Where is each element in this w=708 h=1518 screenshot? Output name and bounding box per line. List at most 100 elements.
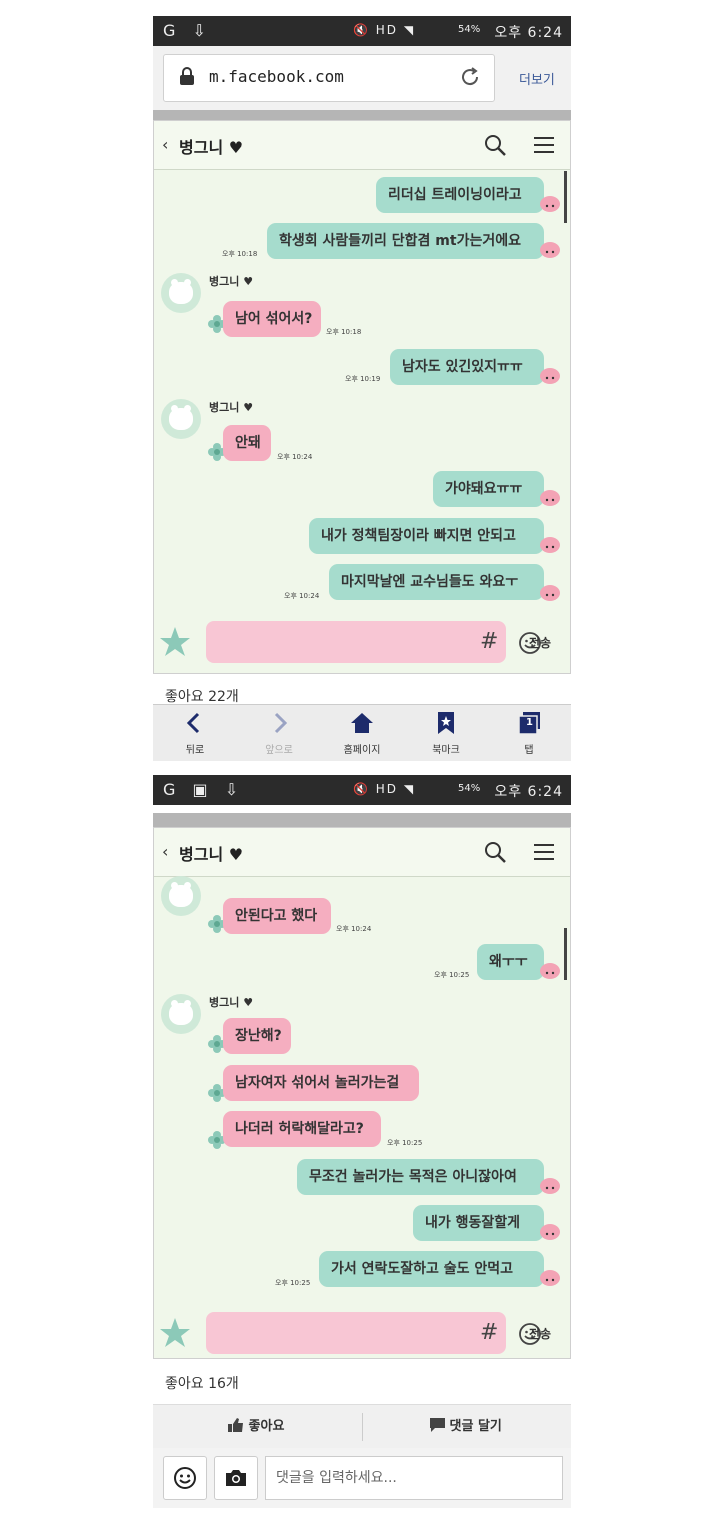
back-chevron-icon: ‹ [162, 842, 169, 861]
message-bubble-sent: 왜ㅜㅜ [477, 944, 544, 980]
scrollbar[interactable] [564, 928, 567, 980]
smiley-icon [174, 1467, 196, 1489]
sender-name: 병그니 ♥ [209, 996, 254, 1009]
message-bubble-sent: 가서 연락도잘하고 술도 안먹고 [319, 1251, 544, 1287]
send-button[interactable]: 전송 [529, 1325, 551, 1342]
photo-button[interactable] [214, 1456, 258, 1500]
chat-header: ‹ 병그니 ♥ [154, 121, 570, 170]
comment-icon [430, 1418, 445, 1432]
chat-screenshot-2: ‹ 병그니 ♥ 안된다고 했다 오후 10:24 왜ㅜㅜ 오후 10:25 병그… [153, 827, 571, 1359]
forward-arrow-icon [274, 712, 288, 734]
comment-input[interactable]: 댓글을 입력하세요... [265, 1456, 563, 1500]
back-chevron-icon: ‹ [162, 135, 169, 154]
divider [362, 1413, 363, 1441]
send-button[interactable]: 전송 [529, 634, 551, 651]
battery-level: 54% [458, 783, 481, 794]
message-bubble-received: 안돼 [223, 425, 271, 461]
chat-title: 병그니 ♥ [179, 845, 244, 864]
menu-icon [534, 844, 554, 860]
pig-emoticon-icon [540, 490, 560, 506]
timestamp: 오후 10:18 [222, 250, 258, 258]
chat-screenshot-1: ‹ 병그니 ♥ 리더십 트레이닝이라고 학생회 사람들끼리 단합겸 mt가는거에… [153, 120, 571, 674]
sender-name: 병그니 ♥ [209, 275, 254, 288]
comment-composer: 댓글을 입력하세요... [153, 1448, 571, 1508]
comment-button[interactable]: 댓글 달기 [430, 1405, 502, 1449]
status-bar: G ▣ ⇩ 🔇 HD ◥ 54% 오후 6:24 [153, 775, 571, 805]
message-bubble-sent: 학생회 사람들끼리 단합겸 mt가는거에요 [267, 223, 544, 259]
nav-back[interactable]: 뒤로 [165, 705, 225, 761]
browser-bottom-nav: 뒤로 앞으로 홈페이지 북마크 1 탭 [153, 704, 571, 761]
back-arrow-icon [186, 712, 200, 734]
like-button[interactable]: 좋아요 [228, 1405, 284, 1449]
chat-text-field[interactable]: # [206, 1312, 541, 1354]
hd-icon: HD [375, 782, 399, 796]
menu-icon [534, 137, 554, 153]
chat-input-bar: # 전송 [154, 615, 570, 673]
pig-emoticon-icon [540, 1178, 560, 1194]
more-button[interactable]: 더보기 [519, 69, 555, 88]
lock-icon [180, 67, 194, 85]
search-icon [485, 135, 506, 156]
nav-bookmark[interactable]: 북마크 [416, 705, 476, 761]
nav-tabs[interactable]: 1 탭 [499, 705, 559, 761]
nav-home[interactable]: 홈페이지 [332, 705, 392, 761]
message-bubble-received: 남어 섞어서? [223, 301, 321, 337]
battery-level: 54% [458, 24, 481, 35]
hashtag-icon[interactable]: # [480, 1320, 498, 1345]
timestamp: 오후 10:24 [336, 925, 372, 933]
tab-count: 1 [526, 717, 533, 728]
avatar[interactable] [161, 273, 201, 313]
signal-icons: 🔇 HD ◥ [353, 782, 416, 796]
notification-icons: G ⇩ [163, 21, 212, 40]
pig-emoticon-icon [540, 963, 560, 979]
reload-icon[interactable] [458, 65, 482, 89]
chat-text-field[interactable]: # [206, 621, 541, 663]
notification-icons: G ▣ ⇩ [163, 780, 245, 799]
pig-emoticon-icon [540, 368, 560, 384]
camera-icon [226, 1470, 246, 1486]
pig-emoticon-icon [540, 1224, 560, 1240]
star-icon [160, 1318, 190, 1347]
message-bubble-received: 장난해? [223, 1018, 291, 1054]
chat-input-bar: # 전송 [154, 1306, 570, 1358]
clock: 오후 6:24 [494, 784, 563, 800]
message-bubble-received: 나더러 허락해달라고? [223, 1111, 381, 1147]
chat-title: 병그니 ♥ [179, 138, 244, 157]
avatar[interactable] [161, 399, 201, 439]
message-bubble-sent: 내가 행동잘할게 [413, 1205, 544, 1241]
pig-emoticon-icon [540, 196, 560, 212]
avatar[interactable] [161, 876, 201, 916]
pig-emoticon-icon [540, 537, 560, 553]
message-bubble-sent: 무조건 놀러가는 목적은 아니잖아여 [297, 1159, 544, 1195]
thumbs-up-icon [228, 1418, 243, 1432]
post-action-bar: 좋아요 댓글 달기 [153, 1404, 571, 1450]
chat-header: ‹ 병그니 ♥ [154, 828, 570, 877]
sticker-button[interactable] [163, 1456, 207, 1500]
timestamp: 오후 10:25 [387, 1139, 423, 1147]
avatar[interactable] [161, 994, 201, 1034]
clock: 오후 6:24 [494, 25, 563, 41]
status-bar: G ⇩ 🔇 HD ◥ 54% 오후 6:24 [153, 16, 571, 46]
message-bubble-received: 남자여자 섞어서 놀러가는걸 [223, 1065, 419, 1101]
scrollbar[interactable] [564, 171, 567, 223]
message-bubble-received: 안된다고 했다 [223, 898, 331, 934]
message-bubble-sent: 내가 정책팀장이라 빠지면 안되고 [309, 518, 544, 554]
timestamp: 오후 10:24 [284, 592, 320, 600]
pig-emoticon-icon [540, 1270, 560, 1286]
browser-toolbar: m.facebook.com 더보기 [153, 46, 571, 110]
timestamp: 오후 10:24 [277, 453, 313, 461]
like-count[interactable]: 좋아요 22개 [165, 686, 239, 706]
message-bubble-sent: 남자도 있긴있지ㅠㅠ [390, 349, 544, 385]
hd-icon: HD [375, 23, 399, 37]
timestamp: 오후 10:25 [434, 971, 470, 979]
nav-forward[interactable]: 앞으로 [249, 705, 309, 761]
sender-name: 병그니 ♥ [209, 401, 254, 414]
hashtag-icon[interactable]: # [480, 629, 498, 654]
timestamp: 오후 10:18 [326, 328, 362, 336]
url-bar[interactable]: m.facebook.com [163, 54, 495, 102]
pig-emoticon-icon [540, 585, 560, 601]
message-bubble-sent: 가야돼요ㅠㅠ [433, 471, 544, 507]
like-count[interactable]: 좋아요 16개 [165, 1373, 239, 1393]
message-bubble-sent: 마지막날엔 교수님들도 와요ㅜ [329, 564, 544, 600]
home-icon [351, 713, 373, 733]
